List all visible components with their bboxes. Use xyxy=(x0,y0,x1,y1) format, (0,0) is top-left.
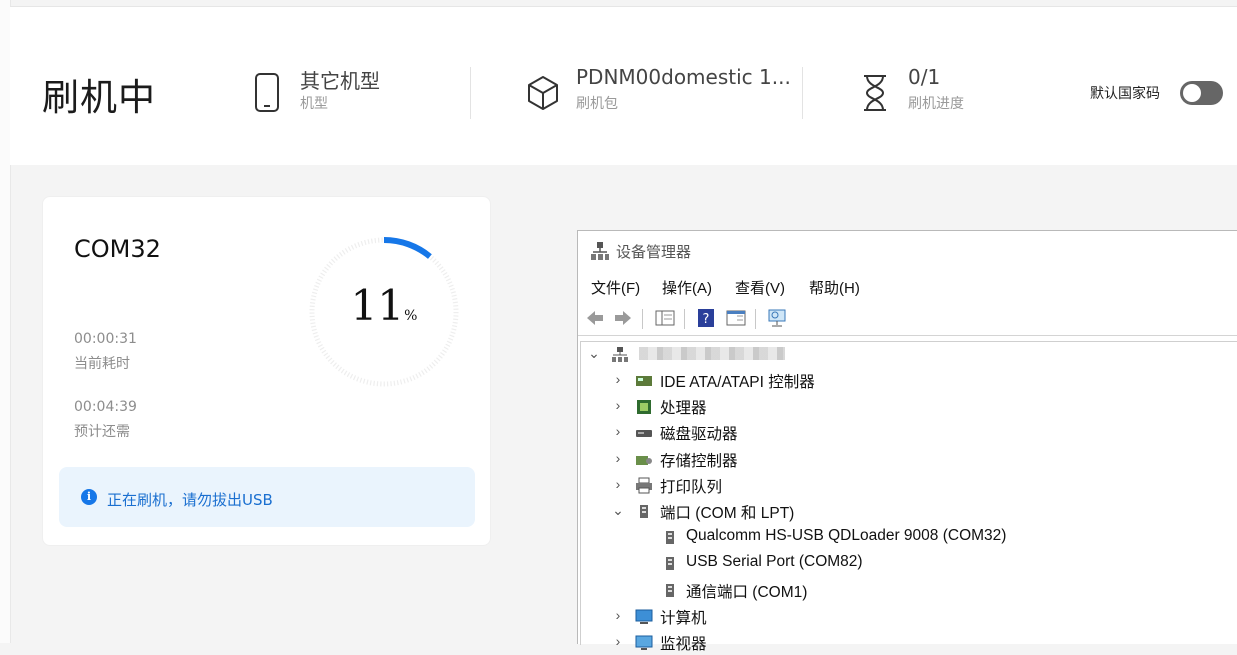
progress-info: 0/1 刷机进度 xyxy=(858,65,1018,121)
hourglass-icon xyxy=(864,75,886,111)
device-manager-icon xyxy=(591,242,609,260)
scan-hardware-icon[interactable] xyxy=(766,307,788,329)
toolbar-separator xyxy=(684,309,685,329)
package-label: 刷机包 xyxy=(576,96,618,112)
usb-notice: i 正在刷机，请勿拔出USB xyxy=(59,467,475,527)
toolbar-separator xyxy=(755,309,756,329)
device-tree-row[interactable]: Qualcomm HS-USB QDLoader 9008 (COM32) xyxy=(581,526,1221,550)
device-tree-label: Qualcomm HS-USB QDLoader 9008 (COM32) xyxy=(686,527,1007,545)
device-manager-window: 设备管理器 文件(F) 操作(A) 查看(V) 帮助(H) ? ⌄ › IDE A… xyxy=(577,230,1237,653)
menu-file[interactable]: 文件(F) xyxy=(591,277,640,298)
port-icon xyxy=(666,557,674,571)
storage-controller-icon xyxy=(636,455,652,465)
device-tree-label: 监视器 xyxy=(660,636,707,653)
remaining-label: 预计还需 xyxy=(74,424,130,440)
model-value: 其它机型 xyxy=(300,69,380,93)
device-tree-label: USB Serial Port (COM82) xyxy=(686,553,863,571)
phone-icon xyxy=(255,73,279,112)
port-icon xyxy=(666,583,674,597)
device-tree-label: 计算机 xyxy=(660,609,707,627)
device-tree-row[interactable]: › 存储控制器 xyxy=(581,448,1221,472)
package-info: PDNM00domestic 1... 刷机包 xyxy=(526,65,806,121)
country-code-toggle[interactable] xyxy=(1180,81,1223,105)
chevron-right-icon[interactable]: › xyxy=(611,476,625,492)
computer-root-icon xyxy=(612,347,628,362)
chevron-right-icon[interactable]: › xyxy=(611,607,625,623)
device-tree-label: 打印队列 xyxy=(660,478,723,496)
device-tree-row[interactable]: › IDE ATA/ATAPI 控制器 xyxy=(581,369,1221,393)
ide-controller-icon xyxy=(636,376,652,386)
toolbar-separator xyxy=(642,309,643,329)
menu-view[interactable]: 查看(V) xyxy=(735,277,785,298)
notice-text: 正在刷机，请勿拔出USB xyxy=(107,491,273,509)
properties-icon[interactable] xyxy=(725,307,747,329)
elapsed-label: 当前耗时 xyxy=(74,356,130,372)
percent-number: 11 xyxy=(350,281,405,330)
package-box-icon xyxy=(528,76,558,110)
package-value: PDNM00domestic 1... xyxy=(576,65,791,89)
device-manager-menubar: 文件(F) 操作(A) 查看(V) 帮助(H) xyxy=(578,271,1237,301)
chevron-right-icon[interactable]: › xyxy=(611,450,625,466)
divider xyxy=(802,67,803,119)
device-manager-title: 设备管理器 xyxy=(616,244,692,261)
chevron-down-icon[interactable]: ⌄ xyxy=(611,502,625,519)
model-label: 机型 xyxy=(300,96,328,112)
port-icon xyxy=(666,531,674,545)
processor-icon xyxy=(637,400,651,415)
port-name: COM32 xyxy=(74,235,161,263)
country-code-label: 默认国家码 xyxy=(1090,86,1160,102)
port-icon xyxy=(640,505,648,518)
device-tree-row[interactable]: › 处理器 xyxy=(581,395,1221,419)
progress-percent: 11% xyxy=(306,281,462,330)
device-tree-row[interactable]: ⌄ 端口 (COM 和 LPT) xyxy=(581,500,1221,524)
remaining-value: 00:04:39 xyxy=(74,399,137,415)
page-title: 刷机中 xyxy=(42,76,156,119)
show-hide-tree-icon[interactable] xyxy=(654,307,676,329)
model-info: 其它机型 机型 xyxy=(250,65,450,121)
chevron-right-icon[interactable]: › xyxy=(611,371,625,387)
flash-progress-card: COM32 00:00:31 当前耗时 00:04:39 预计还需 11% i … xyxy=(42,196,491,546)
divider xyxy=(470,67,471,119)
percent-unit: % xyxy=(404,308,418,324)
toggle-knob xyxy=(1183,84,1201,102)
chevron-down-icon[interactable]: ⌄ xyxy=(587,345,601,362)
device-tree-label: 通信端口 (COM1) xyxy=(686,583,808,601)
computer-name-redacted xyxy=(639,347,785,360)
progress-value: 0/1 xyxy=(908,65,941,89)
tree-root[interactable]: ⌄ xyxy=(581,343,1221,367)
device-tree-label: 端口 (COM 和 LPT) xyxy=(660,505,795,522)
device-tree: ⌄ › IDE ATA/ATAPI 控制器 › 处理器 › 磁盘驱动器 › 存储控制器 › 打印队… xyxy=(580,341,1237,653)
progress-label: 刷机进度 xyxy=(908,96,964,112)
device-tree-row[interactable]: › 打印队列 xyxy=(581,474,1221,498)
chevron-right-icon[interactable]: › xyxy=(611,423,625,439)
chevron-right-icon[interactable]: › xyxy=(611,397,625,413)
forward-arrow-icon[interactable] xyxy=(612,307,634,329)
device-tree-label: 磁盘驱动器 xyxy=(660,426,738,444)
back-arrow-icon[interactable] xyxy=(584,307,606,329)
computer-icon xyxy=(635,609,653,624)
device-tree-label: IDE ATA/ATAPI 控制器 xyxy=(660,374,815,391)
help-icon[interactable]: ? xyxy=(695,307,717,329)
disk-drive-icon xyxy=(636,430,652,438)
device-tree-row[interactable]: USB Serial Port (COM82) xyxy=(581,552,1221,576)
device-tree-row[interactable]: › 磁盘驱动器 xyxy=(581,421,1221,445)
device-tree-label: 存储控制器 xyxy=(660,452,738,470)
device-tree-row[interactable]: › 计算机 xyxy=(581,605,1221,629)
svg-text:?: ? xyxy=(703,312,710,327)
info-icon: i xyxy=(81,489,97,505)
flash-header: 刷机中 其它机型 机型 PDNM00domestic 1... 刷机包 0/1 … xyxy=(10,6,1237,165)
menu-help[interactable]: 帮助(H) xyxy=(809,277,860,298)
device-tree-label: 处理器 xyxy=(660,400,707,418)
device-tree-row[interactable]: 通信端口 (COM1) xyxy=(581,579,1221,603)
device-manager-toolbar: ? xyxy=(578,303,1237,336)
device-manager-titlebar: 设备管理器 xyxy=(578,231,1237,269)
device-tree-row[interactable]: › 监视器 xyxy=(581,631,1221,655)
chevron-right-icon[interactable]: › xyxy=(611,633,625,649)
elapsed-value: 00:00:31 xyxy=(74,331,137,347)
printer-icon xyxy=(636,477,652,494)
menu-action[interactable]: 操作(A) xyxy=(662,277,712,298)
